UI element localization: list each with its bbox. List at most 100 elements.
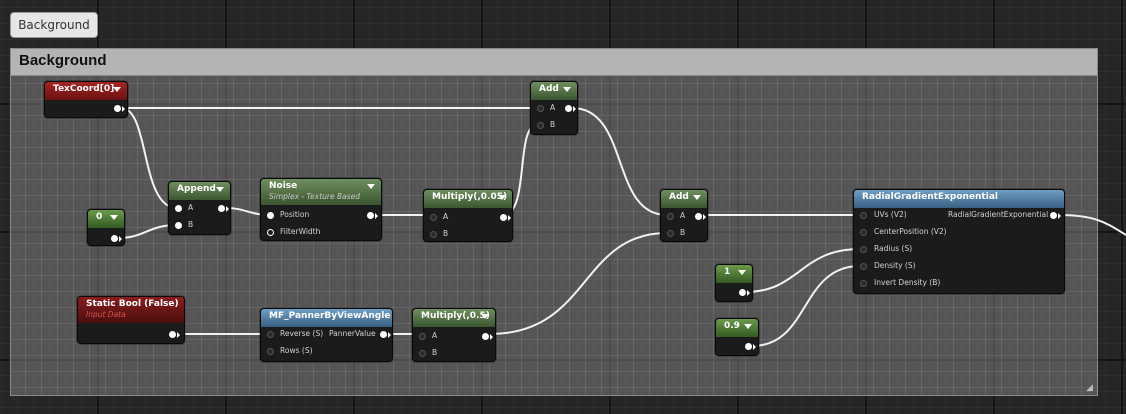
multiply-005-header[interactable]: Multiply(,0.05): [424, 190, 512, 208]
panner-reverse-label: Reverse (S): [280, 329, 324, 338]
collapse-chevron-icon[interactable]: [693, 195, 701, 200]
collapse-chevron-icon[interactable]: [367, 184, 375, 189]
multiply-005-input-a-pin[interactable]: [430, 214, 437, 221]
radial-gradient-header[interactable]: RadialGradientExponential: [854, 190, 1064, 208]
multiply-05-header[interactable]: Multiply(,0.5): [413, 309, 495, 327]
texcoord-output-pin[interactable]: [114, 105, 121, 112]
noise-title: Noise: [269, 181, 298, 191]
append-input-a-label: A: [188, 203, 194, 212]
constant-1-node[interactable]: 1: [715, 264, 753, 302]
append-input-b-pin[interactable]: [175, 222, 182, 229]
add-1-input-a-label: A: [550, 103, 556, 112]
comment-header[interactable]: Background: [11, 49, 1097, 76]
static-bool-output-pin[interactable]: [169, 331, 176, 338]
collapse-chevron-icon[interactable]: [498, 195, 506, 200]
output-arrow-icon: [1058, 213, 1061, 219]
graph-tab[interactable]: Background: [10, 12, 98, 38]
multiply-05-node[interactable]: Multiply(,0.5) A B: [412, 308, 496, 362]
panner-reverse-pin[interactable]: [267, 331, 274, 338]
noise-filterwidth-pin[interactable]: [267, 229, 274, 236]
constant-0-node[interactable]: 0: [87, 209, 125, 246]
panner-title: MF_PannerByViewAngle: [269, 311, 391, 321]
append-node[interactable]: Append A B: [168, 181, 231, 235]
multiply-05-output-pin[interactable]: [482, 333, 489, 340]
radial-uvs-pin[interactable]: [860, 212, 867, 219]
output-arrow-icon: [388, 332, 391, 338]
radial-radius-label: Radius (S): [874, 244, 913, 253]
multiply-05-input-a-pin[interactable]: [419, 333, 426, 340]
collapse-chevron-icon[interactable]: [110, 215, 118, 220]
constant-09-output-pin[interactable]: [745, 343, 752, 350]
add-2-title: Add: [669, 192, 689, 202]
panner-node[interactable]: MF_PannerByViewAngle Reverse (S) PannerV…: [260, 308, 393, 362]
noise-subtitle: Simplex - Texture Based: [269, 192, 361, 201]
constant-09-header[interactable]: 0.9: [716, 319, 758, 337]
panner-output-pin[interactable]: [380, 331, 387, 338]
texcoord-header[interactable]: TexCoord[0]: [45, 82, 127, 100]
noise-output-pin[interactable]: [367, 212, 374, 219]
constant-1-header[interactable]: 1: [716, 265, 752, 283]
output-arrow-icon: [753, 344, 756, 350]
add-2-input-a-pin[interactable]: [667, 213, 674, 220]
radial-center-pin[interactable]: [860, 229, 867, 236]
noise-position-pin[interactable]: [267, 212, 274, 219]
collapse-chevron-icon[interactable]: [481, 314, 489, 319]
panner-output-label: PannerValue: [329, 329, 376, 338]
panner-header[interactable]: MF_PannerByViewAngle: [261, 309, 392, 327]
add-2-header[interactable]: Add: [661, 190, 707, 208]
collapse-chevron-icon[interactable]: [113, 87, 121, 92]
add-1-input-b-pin[interactable]: [537, 122, 544, 129]
resize-grip-icon[interactable]: ◢: [1086, 384, 1095, 393]
texcoord-node[interactable]: TexCoord[0]: [44, 81, 128, 118]
add-1-header[interactable]: Add: [531, 82, 577, 100]
append-title: Append: [177, 184, 216, 194]
radial-center-label: CenterPosition (V2): [874, 227, 947, 236]
add-1-input-b-label: B: [550, 120, 556, 129]
static-bool-header[interactable]: Static Bool (False) Input Data: [78, 297, 184, 323]
add-node-2[interactable]: Add A B: [660, 189, 708, 242]
multiply-005-input-a-label: A: [443, 212, 449, 221]
static-bool-node[interactable]: Static Bool (False) Input Data: [77, 296, 185, 344]
constant-1-title: 1: [724, 267, 731, 277]
constant-0-output-pin[interactable]: [111, 235, 118, 242]
add-1-output-pin[interactable]: [565, 105, 572, 112]
multiply-005-output-pin[interactable]: [500, 214, 507, 221]
noise-node[interactable]: Noise Simplex - Texture Based Position Fi…: [260, 178, 382, 241]
constant-1-output-pin[interactable]: [739, 289, 746, 296]
output-arrow-icon: [703, 214, 706, 220]
noise-header[interactable]: Noise Simplex - Texture Based: [261, 179, 381, 205]
constant-0-header[interactable]: 0: [88, 210, 124, 228]
multiply-05-input-b-pin[interactable]: [419, 350, 426, 357]
add-2-input-b-label: B: [680, 228, 686, 237]
constant-0-title: 0: [96, 212, 103, 222]
collapse-chevron-icon[interactable]: [738, 270, 746, 275]
output-arrow-icon: [119, 236, 122, 242]
collapse-chevron-icon[interactable]: [563, 87, 571, 92]
add-node-1[interactable]: Add A B: [530, 81, 578, 135]
constant-09-node[interactable]: 0.9: [715, 318, 759, 356]
radial-density-pin[interactable]: [860, 263, 867, 270]
radial-gradient-node[interactable]: RadialGradientExponential UVs (V2) Radia…: [853, 189, 1065, 294]
multiply-005-title: Multiply(,0.05): [432, 192, 508, 202]
add-2-input-b-pin[interactable]: [667, 230, 674, 237]
output-arrow-icon: [508, 215, 511, 221]
multiply-005-input-b-pin[interactable]: [430, 231, 437, 238]
radial-radius-pin[interactable]: [860, 246, 867, 253]
output-arrow-icon: [226, 206, 229, 212]
collapse-chevron-icon[interactable]: [744, 324, 752, 329]
multiply-005-node[interactable]: Multiply(,0.05) A B: [423, 189, 513, 242]
multiply-05-input-a-label: A: [432, 331, 438, 340]
append-input-a-pin[interactable]: [175, 205, 182, 212]
collapse-chevron-icon[interactable]: [216, 187, 224, 192]
panner-rows-pin[interactable]: [267, 348, 274, 355]
append-output-pin[interactable]: [218, 205, 225, 212]
comment-title: Background: [19, 52, 107, 69]
noise-position-label: Position: [280, 210, 310, 219]
radial-output-pin[interactable]: [1050, 212, 1057, 219]
append-header[interactable]: Append: [169, 182, 230, 200]
radial-uvs-label: UVs (V2): [874, 210, 907, 219]
add-2-output-pin[interactable]: [695, 213, 702, 220]
output-arrow-icon: [122, 106, 125, 112]
add-1-input-a-pin[interactable]: [537, 105, 544, 112]
radial-invert-pin[interactable]: [860, 280, 867, 287]
